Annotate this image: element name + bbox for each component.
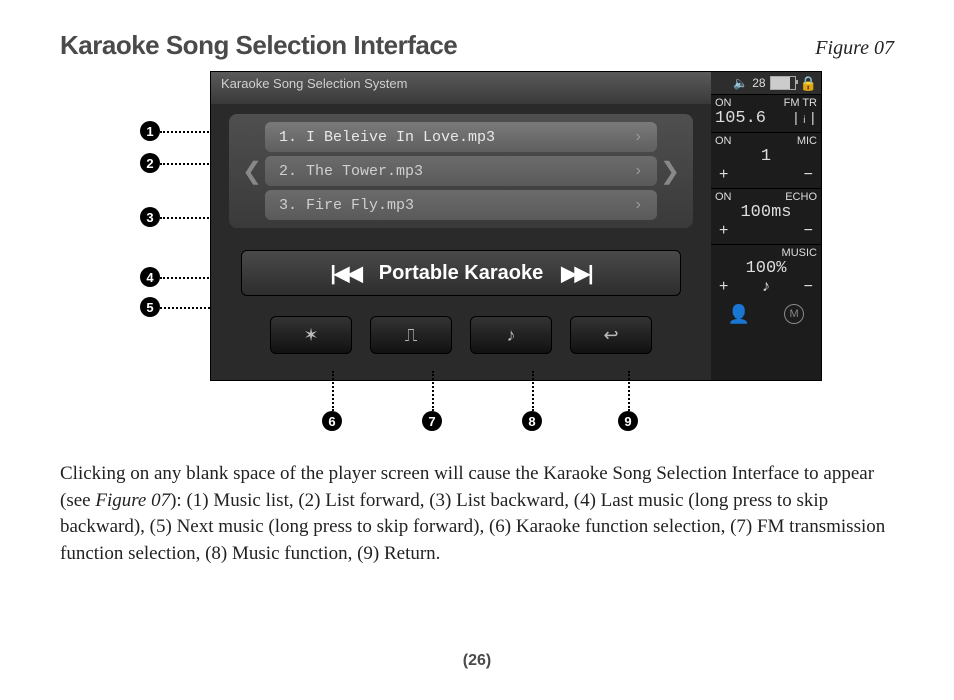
- echo-label: ECHO: [785, 191, 817, 203]
- echo-panel[interactable]: ON ECHO 100ms + −: [711, 188, 821, 244]
- transport-label: Portable Karaoke: [379, 262, 544, 285]
- fm-function-button[interactable]: ⎍: [370, 316, 452, 354]
- song-list: 1. I Beleive In Love.mp3 › 2. The Tower.…: [265, 122, 657, 220]
- callout-line: [332, 371, 334, 411]
- note-icon: ♪: [762, 278, 770, 296]
- fm-frequency: 105.6: [715, 109, 766, 128]
- callout-5: 5: [140, 297, 160, 317]
- minus-icon[interactable]: −: [804, 166, 813, 184]
- plus-icon[interactable]: +: [719, 278, 728, 296]
- list-backward-button[interactable]: ❯: [657, 157, 683, 186]
- callout-3: 3: [140, 207, 160, 227]
- callout-9: 9: [618, 411, 638, 431]
- lock-icon: 🔒: [800, 75, 817, 92]
- song-title: 1. I Beleive In Love.mp3: [279, 129, 495, 146]
- chevron-right-icon: ›: [633, 162, 643, 180]
- transport-bar: |◀◀ Portable Karaoke ▶▶|: [241, 250, 681, 296]
- echo-value: 100ms: [715, 203, 817, 222]
- mic-off-icon: ✶: [303, 325, 318, 346]
- volume-value: 28: [752, 76, 765, 90]
- fm-label: FM TR: [784, 97, 817, 109]
- antenna-icon: ⎍: [405, 325, 418, 346]
- figure: 1 2 3 4 5 Karaoke Song Selection System …: [130, 71, 890, 381]
- on-label: ON: [715, 97, 732, 109]
- plus-icon[interactable]: +: [719, 166, 728, 184]
- minus-icon[interactable]: −: [804, 222, 813, 240]
- song-row[interactable]: 2. The Tower.mp3 ›: [265, 156, 657, 186]
- device-screen: Karaoke Song Selection System ❮ 1. I Bel…: [210, 71, 822, 381]
- music-function-button[interactable]: ♪: [470, 316, 552, 354]
- callout-2: 2: [140, 153, 160, 173]
- music-label: MUSIC: [782, 247, 817, 259]
- side-panel: 🔈 28 🔒 ON FM TR 105.6 |ᵢ|: [711, 72, 821, 380]
- chevron-right-icon: ❯: [660, 157, 680, 186]
- prev-track-button[interactable]: |◀◀: [330, 261, 360, 286]
- on-label: ON: [715, 191, 732, 203]
- battery-icon: [770, 76, 796, 90]
- user-icon[interactable]: 👤: [728, 304, 750, 325]
- mic-value: 1: [715, 147, 817, 166]
- song-title: 3. Fire Fly.mp3: [279, 197, 414, 214]
- song-row[interactable]: 1. I Beleive In Love.mp3 ›: [265, 122, 657, 152]
- callout-line: [532, 371, 534, 411]
- body-paragraph: Clicking on any blank space of the playe…: [60, 461, 894, 567]
- music-panel[interactable]: MUSIC 100% + ♪ −: [711, 244, 821, 300]
- callout-1: 1: [140, 121, 160, 141]
- callout-line: [432, 371, 434, 411]
- fm-panel[interactable]: ON FM TR 105.6 |ᵢ|: [711, 94, 821, 132]
- screen-title: Karaoke Song Selection System: [211, 72, 711, 104]
- mic-panel[interactable]: ON MIC 1 + −: [711, 132, 821, 188]
- on-label: ON: [715, 135, 732, 147]
- music-value: 100%: [715, 259, 817, 278]
- minus-icon[interactable]: −: [804, 278, 813, 296]
- volume-icon: 🔈: [733, 76, 748, 90]
- next-track-button[interactable]: ▶▶|: [561, 261, 591, 286]
- side-panel-footer: 👤 M: [711, 300, 821, 329]
- bottom-button-row: ✶ ⎍ ♪ ↩: [211, 316, 711, 354]
- figure-reference: Figure 07: [95, 490, 170, 511]
- chevron-right-icon: ›: [633, 196, 643, 214]
- mic-label: MIC: [797, 135, 817, 147]
- return-icon: ↩: [603, 325, 618, 346]
- page-number: (26): [0, 652, 954, 670]
- karaoke-function-button[interactable]: ✶: [270, 316, 352, 354]
- callout-4: 4: [140, 267, 160, 287]
- main-area: Karaoke Song Selection System ❮ 1. I Bel…: [211, 72, 711, 380]
- callout-7: 7: [422, 411, 442, 431]
- callout-8: 8: [522, 411, 542, 431]
- return-button[interactable]: ↩: [570, 316, 652, 354]
- song-row[interactable]: 3. Fire Fly.mp3 ›: [265, 190, 657, 220]
- callout-line: [628, 371, 630, 411]
- mode-icon[interactable]: M: [784, 304, 804, 324]
- plus-icon[interactable]: +: [719, 222, 728, 240]
- note-icon: ♪: [507, 325, 516, 346]
- page-title: Karaoke Song Selection Interface: [60, 30, 457, 61]
- signal-icon: |ᵢ|: [792, 111, 817, 127]
- chevron-right-icon: ›: [633, 128, 643, 146]
- status-bar: 🔈 28 🔒: [711, 72, 821, 94]
- callout-6: 6: [322, 411, 342, 431]
- song-list-box: ❮ 1. I Beleive In Love.mp3 › 2. The Towe…: [229, 114, 693, 228]
- chevron-left-icon: ❮: [242, 157, 262, 186]
- list-forward-button[interactable]: ❮: [239, 157, 265, 186]
- song-title: 2. The Tower.mp3: [279, 163, 423, 180]
- figure-label: Figure 07: [815, 37, 894, 60]
